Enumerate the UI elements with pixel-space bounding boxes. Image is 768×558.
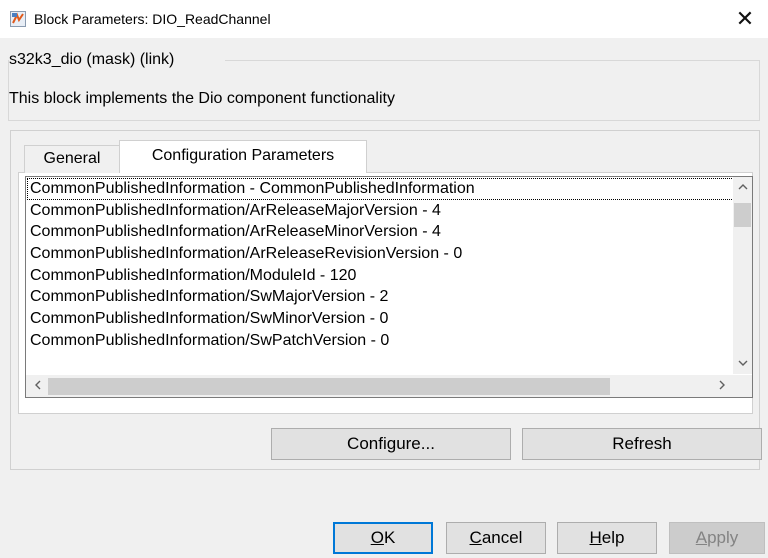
ok-label-rest: K [383,528,396,547]
horizontal-scroll-thumb[interactable] [48,378,610,395]
chevron-right-icon [719,380,725,390]
list-item[interactable]: CommonPublishedInformation/ArReleaseMino… [27,221,734,243]
close-button[interactable]: ✕ [722,0,768,38]
help-button[interactable]: Help [557,522,657,554]
ok-mnemonic: O [370,528,384,547]
list-item[interactable]: CommonPublishedInformation/SwMinorVersio… [27,308,734,330]
mask-description: This block implements the Dio component … [9,90,395,107]
configuration-parameters-list[interactable]: CommonPublishedInformation - CommonPubli… [25,176,753,398]
apply-mnemonic: A [695,528,708,547]
tab-configuration-parameters[interactable]: Configuration Parameters [119,140,367,173]
scroll-right-button[interactable] [712,378,731,395]
list-item[interactable]: CommonPublishedInformation/ModuleId - 12… [27,265,734,287]
title-bar: Block Parameters: DIO_ReadChannel ✕ [0,0,768,38]
list-item[interactable]: CommonPublishedInformation - CommonPubli… [27,178,734,200]
list-item[interactable]: CommonPublishedInformation/ArReleaseMajo… [27,200,734,222]
apply-button[interactable]: Apply [669,522,765,554]
cancel-button[interactable]: Cancel [446,522,546,554]
tab-configuration-parameters-label: Configuration Parameters [151,147,335,164]
list-item[interactable]: CommonPublishedInformation/ArReleaseRevi… [27,243,734,265]
tab-general-label: General [43,150,101,167]
refresh-button[interactable]: Refresh [522,428,762,460]
help-mnemonic: H [589,528,602,547]
horizontal-scrollbar[interactable] [26,375,733,397]
simulink-app-icon [10,11,26,27]
list-item[interactable]: CommonPublishedInformation/SwPatchVersio… [27,330,734,352]
cancel-mnemonic: C [469,528,482,547]
help-label-rest: elp [601,528,625,547]
scroll-left-button[interactable] [28,378,47,395]
vertical-scroll-thumb[interactable] [734,203,751,227]
list-content: CommonPublishedInformation - CommonPubli… [27,178,734,374]
tab-general[interactable]: General [24,145,120,173]
close-icon: ✕ [735,6,755,31]
list-item[interactable]: CommonPublishedInformation/SwMajorVersio… [27,286,734,308]
chevron-up-icon [738,184,747,190]
mask-header: s32k3_dio (mask) (link) [9,50,178,70]
scroll-up-button[interactable] [733,179,752,196]
vertical-scrollbar[interactable] [733,177,752,374]
scrollbar-corner [733,375,752,397]
configure-button[interactable]: Configure... [271,428,511,460]
chevron-left-icon [34,380,40,390]
apply-label-rest: pply [707,528,739,547]
cancel-label-rest: ancel [481,528,523,547]
window-title: Block Parameters: DIO_ReadChannel [34,11,271,27]
chevron-down-icon [738,360,747,366]
ok-button[interactable]: OK [333,522,433,554]
scroll-down-button[interactable] [733,355,752,372]
